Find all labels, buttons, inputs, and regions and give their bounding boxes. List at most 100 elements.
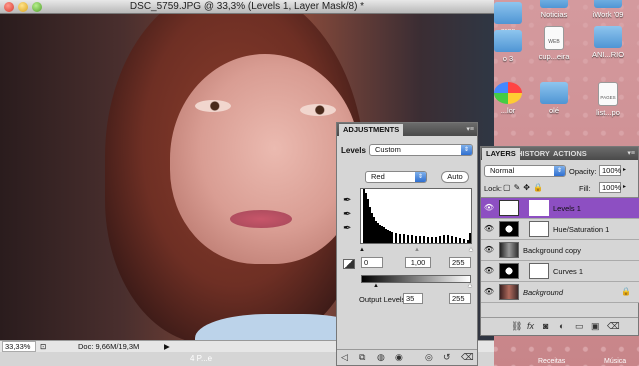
layer-name: Curves 1 (553, 267, 584, 276)
layer-mask-thumb[interactable] (529, 200, 549, 216)
black-point-handle[interactable]: ▲ (359, 247, 365, 253)
document-titlebar[interactable]: DSC_5759.JPG @ 33,3% (Levels 1, Layer Ma… (0, 0, 494, 14)
folder-icon (540, 0, 568, 8)
output-levels-label: Output Levels: (359, 295, 408, 304)
chevron-updown-icon: ⇕ (415, 172, 426, 182)
link-layers-icon[interactable]: ⛓ (511, 321, 522, 332)
visibility-eye-icon[interactable]: 👁 (483, 203, 495, 213)
blend-mode-select[interactable]: Normal ⇕ (484, 165, 566, 177)
trash-icon[interactable]: ⌫ (461, 352, 474, 363)
lock-icons: ▢✎✥🔒 (503, 183, 546, 192)
desktop-folder-anirio[interactable]: ANI...RIO (582, 26, 634, 59)
status-export-icon[interactable]: ⊡ (40, 342, 46, 351)
folder-icon (594, 26, 622, 48)
lock-image-icon[interactable]: ✎ (514, 183, 524, 192)
new-layer-icon[interactable]: ▣ (591, 321, 600, 332)
output-black-handle[interactable]: ▲ (373, 283, 379, 289)
visibility-eye-icon[interactable]: ◉ (395, 352, 403, 363)
back-arrow-icon[interactable]: ◁ (341, 352, 348, 363)
fill-label: Fill: (579, 184, 591, 193)
document-title: DSC_5759.JPG @ 33,3% (Levels 1, Layer Ma… (129, 1, 365, 12)
status-menu-arrow-icon[interactable]: ▶ (164, 342, 170, 351)
visibility-eye-icon[interactable]: 👁 (483, 224, 495, 234)
lock-icon: 🔒 (621, 287, 631, 296)
photo-eye-left (195, 100, 231, 112)
expand-view-icon[interactable]: ⧉ (359, 352, 365, 363)
desktop-folder-noticias[interactable]: Noticias (528, 0, 580, 19)
eyedropper-white-icon[interactable]: ✒ (343, 223, 351, 234)
input-gamma-field[interactable]: 1,00 (405, 257, 431, 268)
adjustment-type-label: Levels (341, 146, 366, 155)
channel-value: Red (371, 172, 385, 181)
layer-row-hue-saturation-1[interactable]: 👁 Hue/Saturation 1 (481, 219, 639, 240)
layer-row-levels-1[interactable]: 👁 Levels 1 (481, 198, 639, 219)
panel-menu-icon[interactable]: ▾≡ (627, 149, 635, 157)
input-white-field[interactable]: 255 (449, 257, 471, 268)
auto-button[interactable]: Auto (441, 171, 469, 183)
preset-value: Custom (375, 145, 401, 154)
pages-document-icon: PAGES (598, 82, 618, 106)
clipping-icon[interactable] (343, 259, 355, 269)
preset-select[interactable]: Custom ⇕ (369, 144, 473, 156)
output-black-field[interactable]: 35 (403, 293, 423, 304)
layers-panel: LAYERS HISTORY ACTIONS ▾≡ Normal ⇕ Opaci… (480, 146, 639, 336)
desktop-folder-iwork[interactable]: iWork '09 (582, 0, 634, 19)
clip-layer-icon[interactable]: ◍ (377, 352, 385, 363)
adjustments-tabbar: ADJUSTMENTS ▾≡ (337, 123, 477, 136)
layer-row-curves-1[interactable]: 👁 Curves 1 (481, 261, 639, 282)
desktop-folder-ole[interactable]: olé (528, 82, 580, 115)
new-adjustment-icon[interactable]: ◐ (559, 321, 564, 331)
desktop-icon-label: Noticias (540, 10, 568, 19)
tab-adjustments[interactable]: ADJUSTMENTS (339, 124, 404, 136)
layer-row-background-copy[interactable]: 👁 Background copy (481, 240, 639, 261)
channel-select[interactable]: Red ⇕ (365, 171, 427, 183)
photo-face (170, 54, 360, 264)
layer-name: Background copy (523, 246, 581, 255)
zoom-field[interactable]: 33,33% (2, 341, 36, 352)
layer-row-background[interactable]: 👁 Background 🔒 (481, 282, 639, 303)
layer-mask-thumb[interactable] (529, 221, 549, 237)
output-white-field[interactable]: 255 (449, 293, 471, 304)
folder-icon (594, 0, 622, 8)
visibility-eye-icon[interactable]: 👁 (483, 287, 495, 297)
gamma-handle[interactable]: ▲ (414, 247, 420, 253)
visibility-eye-icon[interactable]: 👁 (483, 245, 495, 255)
blend-mode-value: Normal (490, 166, 515, 175)
layer-name: Levels 1 (553, 204, 581, 213)
desktop-file-cupeira[interactable]: WEB cup...eira (528, 26, 580, 61)
lock-position-icon[interactable]: ✥ (523, 183, 533, 192)
reset-icon[interactable]: ↺ (443, 352, 451, 363)
opacity-field[interactable]: 100% (599, 165, 621, 176)
panel-menu-icon[interactable]: ▾≡ (466, 125, 474, 133)
add-mask-icon[interactable]: ◙ (543, 321, 548, 331)
layers-footer: ⛓ fx ◙ ◐ ▭ ▣ ⌫ (481, 317, 638, 335)
adjustment-thumb-icon (499, 263, 519, 279)
folder-icon (540, 82, 568, 104)
desktop-file-listpo[interactable]: PAGES list...po (582, 82, 634, 117)
layers-tabbar: LAYERS HISTORY ACTIONS ▾≡ (481, 147, 638, 160)
output-white-handle[interactable]: ▲ (467, 283, 473, 289)
layer-style-icon[interactable]: fx (527, 321, 534, 331)
photos-app-icon (494, 82, 522, 104)
eyedropper-black-icon[interactable]: ✒ (343, 195, 351, 206)
new-group-icon[interactable]: ▭ (575, 321, 584, 332)
visibility-eye-icon[interactable]: 👁 (483, 266, 495, 276)
eyedropper-gray-icon[interactable]: ✒ (343, 209, 351, 220)
tab-history[interactable]: HISTORY (513, 148, 554, 160)
layer-name: Hue/Saturation 1 (553, 225, 610, 234)
fill-field[interactable]: 100% (599, 182, 621, 193)
output-gradient (361, 275, 471, 283)
lock-all-icon[interactable]: 🔒 (533, 183, 546, 192)
layer-name: Background (523, 288, 564, 297)
opacity-label: Opacity: (569, 167, 597, 176)
tab-actions[interactable]: ACTIONS (549, 148, 591, 160)
lock-transparent-icon[interactable]: ▢ (503, 183, 514, 192)
chevron-updown-icon: ⇕ (554, 166, 565, 176)
opacity-arrow-icon[interactable]: ▸ (623, 166, 626, 173)
trash-icon[interactable]: ⌫ (607, 321, 620, 332)
fill-arrow-icon[interactable]: ▸ (623, 183, 626, 190)
white-point-handle[interactable]: ▲ (468, 247, 474, 253)
input-black-field[interactable]: 0 (361, 257, 383, 268)
previous-state-icon[interactable]: ◎ (425, 352, 433, 363)
layer-mask-thumb[interactable] (529, 263, 549, 279)
